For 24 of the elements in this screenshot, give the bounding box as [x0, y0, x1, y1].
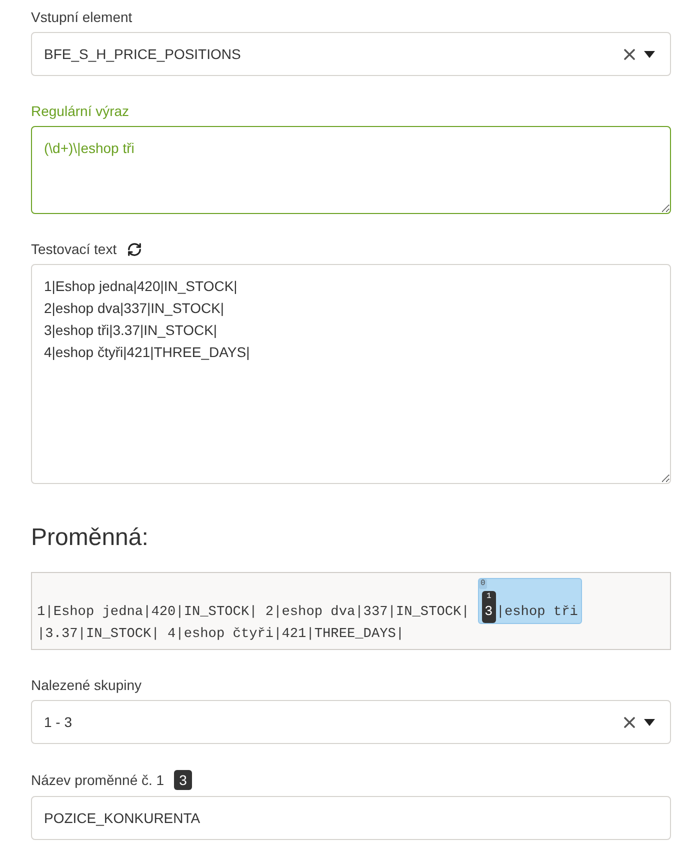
field-label: Vstupní element [31, 8, 132, 26]
group-index-label: 1 [486, 592, 492, 602]
preview-text: |3.37|IN_STOCK| 4|eshop čtyři|421|THREE_DAYS| [37, 627, 404, 642]
caret-icon [644, 718, 655, 726]
preview-text: 1|Eshop jedna|420|IN_STOCK| 2|eshop dva|337|IN_STOCK| [37, 605, 470, 620]
test-text-field[interactable]: 1|Eshop jedna|420|IN_STOCK| 2|eshop dva|337|IN_STOCK| 3|eshop tři|3.37|IN_STOCK| 4|eshop čtyři|421|THREE_DAYS| [31, 264, 671, 484]
group-text: 3 [484, 604, 494, 622]
select-field[interactable]: BFE_S_H_PRICE_POSITIONS [31, 32, 671, 76]
field-label: Testovací text [31, 240, 117, 258]
match-index-label: 0 [478, 579, 488, 589]
section-heading: Proměnná: [31, 523, 150, 553]
match-text: |eshop tři [496, 605, 578, 620]
field-label: Regulární výraz [31, 102, 130, 120]
field-label: Název proměnné č. 1 [31, 771, 164, 789]
clear-icon[interactable] [624, 48, 635, 60]
group-number-badge: 3 [174, 770, 192, 790]
refresh-icon[interactable] [126, 242, 142, 256]
field-label: Nalezené skupiny [31, 676, 142, 694]
select-value: 1 - 3 [44, 714, 74, 730]
clear-icon[interactable] [624, 716, 635, 728]
text-field[interactable]: POZICE_KONKURENTA [31, 796, 671, 840]
caret-icon [644, 50, 655, 58]
select-field[interactable]: 1 - 3 [31, 700, 671, 744]
select-value: BFE_S_H_PRICE_POSITIONS [44, 46, 242, 62]
